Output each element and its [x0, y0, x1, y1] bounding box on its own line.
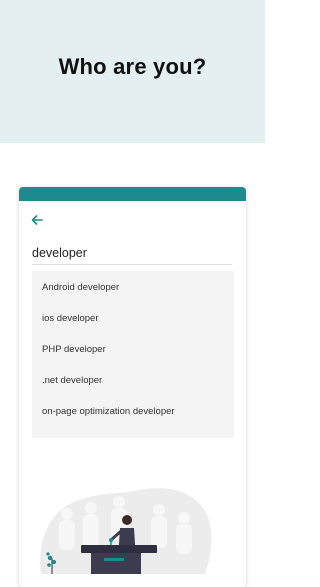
suggestion-item[interactable]: Android developer: [42, 282, 119, 293]
search-input[interactable]: [32, 242, 232, 265]
header: Who are you?: [0, 0, 265, 143]
suggestion-list: Android developer ios developer PHP deve…: [32, 271, 234, 438]
suggestion-item[interactable]: .net developer: [42, 375, 102, 386]
suggestion-item[interactable]: ios developer: [42, 313, 99, 324]
card-accent-bar: [19, 187, 246, 201]
back-arrow-icon: [31, 215, 43, 225]
speaker-illustration: [40, 488, 212, 574]
suggestion-item[interactable]: PHP developer: [42, 344, 106, 355]
back-button[interactable]: [29, 212, 45, 228]
suggestion-item[interactable]: on-page optimization developer: [42, 406, 175, 417]
page-title: Who are you?: [58, 54, 207, 79]
